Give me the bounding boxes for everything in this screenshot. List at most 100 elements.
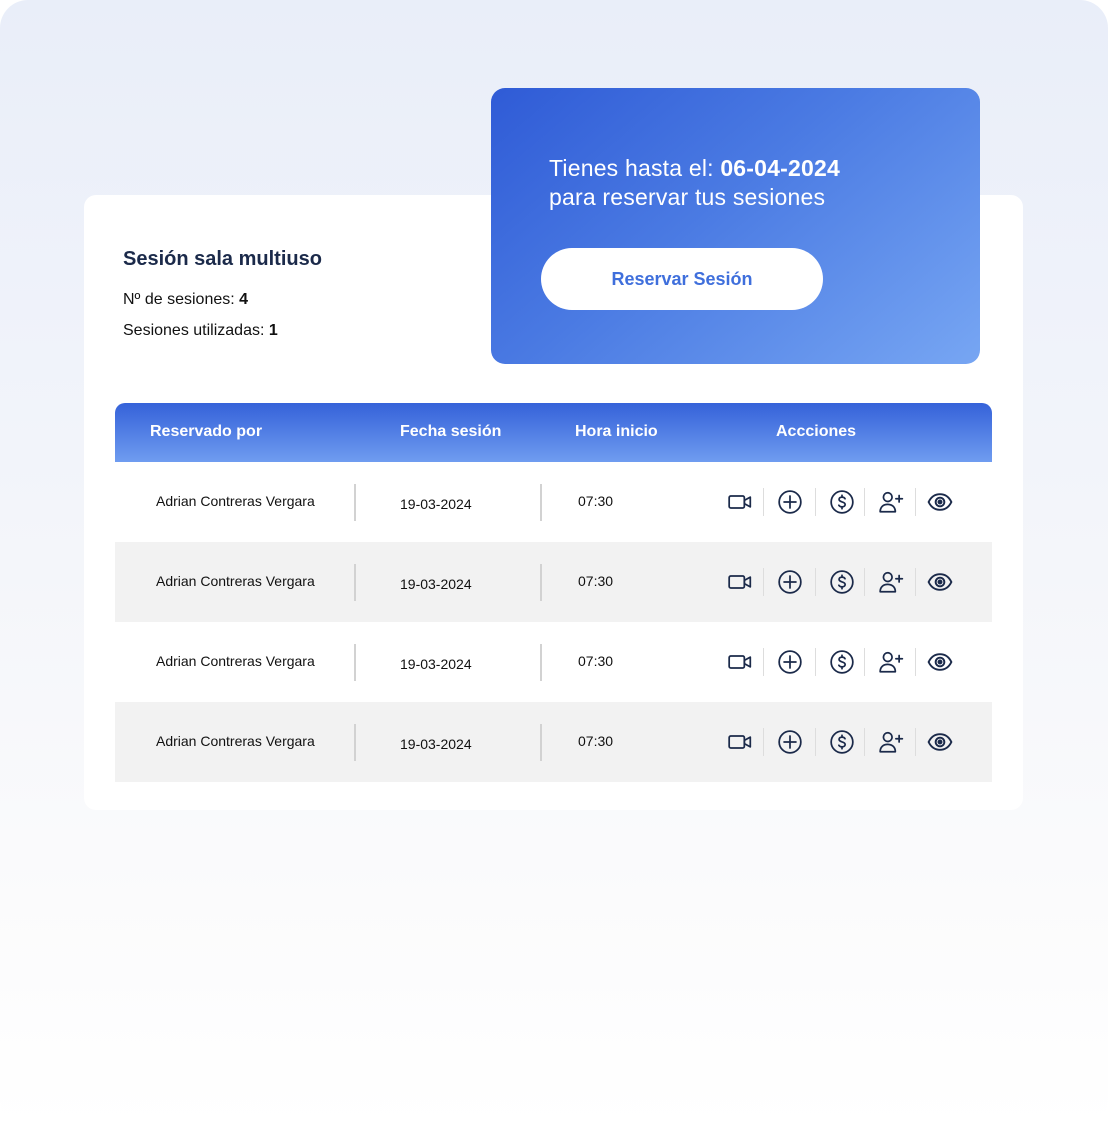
action-divider bbox=[915, 648, 916, 676]
deadline-date: 06-04-2024 bbox=[720, 155, 840, 181]
action-divider bbox=[864, 648, 865, 676]
add-user-icon bbox=[879, 491, 904, 513]
add-button[interactable] bbox=[777, 729, 803, 755]
start-time-cell: 07:30 bbox=[578, 493, 614, 509]
eye-icon bbox=[927, 653, 953, 671]
sessions-count-label: Nº de sesiones: bbox=[123, 291, 240, 308]
column-divider bbox=[354, 644, 356, 681]
add-participant-button[interactable] bbox=[878, 729, 904, 755]
action-divider bbox=[763, 728, 764, 756]
dollar-circle-icon bbox=[830, 570, 854, 594]
page-background: Sesión sala multiuso Nº de sesiones: 4 S… bbox=[0, 0, 1108, 1128]
row-actions bbox=[727, 565, 953, 599]
dollar-circle-icon bbox=[830, 730, 854, 754]
payment-button[interactable] bbox=[829, 569, 855, 595]
header-reserved-by: Reservado por bbox=[150, 423, 263, 440]
action-divider bbox=[763, 648, 764, 676]
action-divider bbox=[815, 568, 816, 596]
header-actions: Accciones bbox=[776, 423, 857, 440]
action-divider bbox=[864, 488, 865, 516]
eye-icon bbox=[927, 573, 953, 591]
reserved-by-cell: Adrian Contreras Vergara bbox=[156, 733, 315, 749]
row-actions bbox=[727, 645, 953, 679]
table-row: Adrian Contreras Vergara 19-03-2024 07:3… bbox=[115, 702, 992, 782]
video-call-button[interactable] bbox=[727, 729, 753, 755]
video-icon bbox=[728, 575, 752, 589]
add-participant-button[interactable] bbox=[878, 569, 904, 595]
add-button[interactable] bbox=[777, 649, 803, 675]
session-date-cell: 19-03-2024 bbox=[400, 736, 472, 752]
plus-circle-icon bbox=[778, 490, 802, 514]
reserve-session-button[interactable]: Reservar Sesión bbox=[541, 248, 823, 310]
view-details-button[interactable] bbox=[927, 649, 953, 675]
add-user-icon bbox=[879, 731, 904, 753]
table-row: Adrian Contreras Vergara 19-03-2024 07:3… bbox=[115, 462, 992, 542]
row-actions bbox=[727, 725, 953, 759]
action-divider bbox=[763, 568, 764, 596]
reserved-by-cell: Adrian Contreras Vergara bbox=[156, 573, 315, 589]
column-divider bbox=[354, 484, 356, 521]
sessions-count-value: 4 bbox=[239, 291, 249, 308]
column-divider bbox=[540, 644, 542, 681]
header-session-date: Fecha sesión bbox=[400, 423, 502, 440]
action-divider bbox=[915, 488, 916, 516]
table-row: Adrian Contreras Vergara 19-03-2024 07:3… bbox=[115, 622, 992, 702]
action-divider bbox=[815, 728, 816, 756]
table-header: Reservado por Fecha sesión Hora inicio A… bbox=[115, 403, 992, 462]
dollar-circle-icon bbox=[830, 650, 854, 674]
start-time-cell: 07:30 bbox=[578, 653, 614, 669]
view-details-button[interactable] bbox=[927, 489, 953, 515]
add-user-icon bbox=[879, 651, 904, 673]
eye-icon bbox=[927, 493, 953, 511]
row-actions bbox=[727, 485, 953, 519]
sessions-used-value: 1 bbox=[268, 322, 278, 339]
table-body: Adrian Contreras Vergara 19-03-2024 07:3… bbox=[115, 462, 992, 782]
video-icon bbox=[728, 495, 752, 509]
column-divider bbox=[354, 724, 356, 761]
video-icon bbox=[728, 655, 752, 669]
column-divider bbox=[354, 564, 356, 601]
video-call-button[interactable] bbox=[727, 569, 753, 595]
deadline-subtext: para reservar tus sesiones bbox=[549, 184, 826, 210]
action-divider bbox=[815, 648, 816, 676]
action-divider bbox=[815, 488, 816, 516]
plus-circle-icon bbox=[778, 730, 802, 754]
header-start-time: Hora inicio bbox=[575, 423, 658, 440]
sessions-count: Nº de sesiones: 4 bbox=[123, 291, 248, 309]
video-call-button[interactable] bbox=[727, 489, 753, 515]
add-participant-button[interactable] bbox=[878, 489, 904, 515]
eye-icon bbox=[927, 733, 953, 751]
add-user-icon bbox=[879, 571, 904, 593]
session-title: Sesión sala multiuso bbox=[123, 248, 322, 270]
add-participant-button[interactable] bbox=[878, 649, 904, 675]
action-divider bbox=[864, 568, 865, 596]
sessions-used-label: Sesiones utilizadas: bbox=[123, 322, 269, 339]
column-divider bbox=[540, 484, 542, 521]
action-divider bbox=[915, 728, 916, 756]
reservations-table: Reservado por Fecha sesión Hora inicio A… bbox=[115, 403, 992, 782]
start-time-cell: 07:30 bbox=[578, 573, 614, 589]
session-date-cell: 19-03-2024 bbox=[400, 656, 472, 672]
sessions-used: Sesiones utilizadas: 1 bbox=[123, 322, 278, 340]
add-button[interactable] bbox=[777, 569, 803, 595]
action-divider bbox=[864, 728, 865, 756]
session-date-cell: 19-03-2024 bbox=[400, 496, 472, 512]
add-button[interactable] bbox=[777, 489, 803, 515]
deadline-prefix: Tienes hasta el: bbox=[549, 155, 721, 181]
video-call-button[interactable] bbox=[727, 649, 753, 675]
deadline-text: Tienes hasta el: 06-04-2024 para reserva… bbox=[549, 154, 840, 212]
column-divider bbox=[540, 724, 542, 761]
payment-button[interactable] bbox=[829, 489, 855, 515]
payment-button[interactable] bbox=[829, 729, 855, 755]
reserved-by-cell: Adrian Contreras Vergara bbox=[156, 493, 315, 509]
start-time-cell: 07:30 bbox=[578, 733, 614, 749]
view-details-button[interactable] bbox=[927, 729, 953, 755]
plus-circle-icon bbox=[778, 570, 802, 594]
reserved-by-cell: Adrian Contreras Vergara bbox=[156, 653, 315, 669]
view-details-button[interactable] bbox=[927, 569, 953, 595]
reservation-deadline-banner: Tienes hasta el: 06-04-2024 para reserva… bbox=[491, 88, 980, 364]
session-date-cell: 19-03-2024 bbox=[400, 576, 472, 592]
plus-circle-icon bbox=[778, 650, 802, 674]
payment-button[interactable] bbox=[829, 649, 855, 675]
video-icon bbox=[728, 735, 752, 749]
